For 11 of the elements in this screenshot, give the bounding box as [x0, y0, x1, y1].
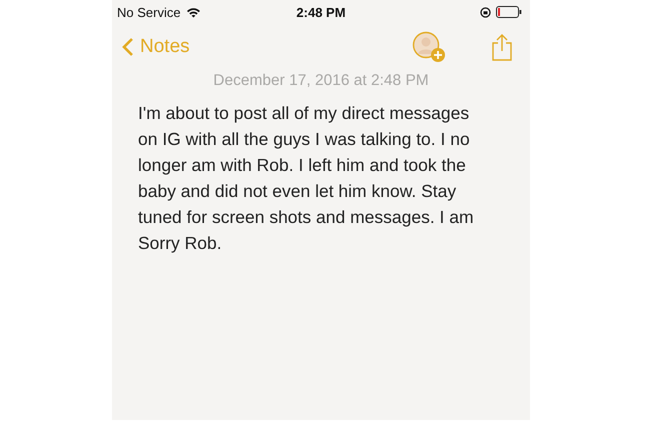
back-button[interactable]: Notes [122, 36, 190, 58]
note-text: I'm about to post all of my direct messages on IG with all the guys I was talking to. I no longer am with Rob. I left him and took the baby and did not even let him know. Stay tuned for screen shots and messages. I am Sorry Rob. [138, 102, 475, 255]
add-person-icon[interactable] [412, 31, 446, 63]
carrier-text: No Service [117, 4, 181, 20]
rotation-lock-icon [480, 6, 491, 18]
back-chevron-icon[interactable] [122, 37, 134, 57]
share-icon[interactable] [492, 33, 512, 61]
battery-icon [496, 6, 522, 18]
note-date: December 17, 2016 at 2:48 PM [213, 72, 429, 90]
clock-time: 2:48 PM [296, 4, 346, 20]
wifi-icon [186, 6, 201, 18]
